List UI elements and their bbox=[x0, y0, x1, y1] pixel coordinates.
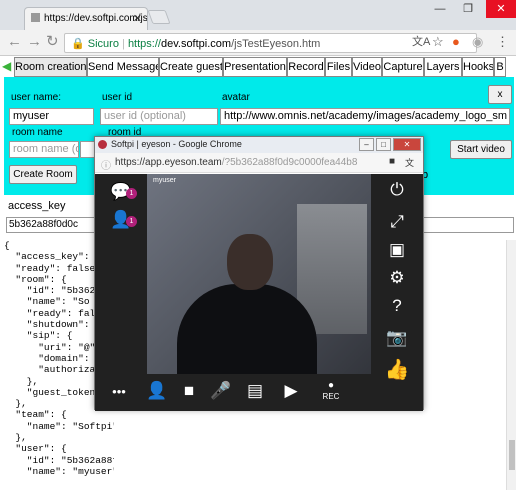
json-line: "id": "5b362a88f0d9c0000fea44b7", bbox=[26, 454, 114, 466]
json-line: "name": "myuser", bbox=[4, 465, 114, 477]
popup-translate-icon[interactable]: 文 bbox=[405, 156, 414, 169]
popup-info-icon: ⓘ bbox=[101, 161, 111, 172]
secure-label: Sicuro bbox=[87, 38, 119, 50]
fullscreen-icon[interactable]: ⤢ bbox=[383, 212, 411, 232]
extension-2-icon[interactable]: ◉ bbox=[472, 34, 483, 50]
avatar-label: avatar bbox=[222, 92, 250, 103]
menu-icon[interactable]: ⋮ bbox=[496, 34, 509, 50]
chat-badge: 1 bbox=[126, 188, 137, 199]
url-path: /jsTestEyeson.htm bbox=[231, 38, 321, 50]
audio-icon[interactable]: ▶ bbox=[277, 381, 305, 401]
access-key-input[interactable]: 5b362a88f0d0c bbox=[6, 217, 106, 233]
json-line: "user": { bbox=[4, 443, 67, 455]
popup-camera-indicator-icon[interactable]: ■ bbox=[389, 156, 395, 167]
video-participant-head bbox=[227, 234, 273, 290]
popup-minimize-button[interactable]: – bbox=[359, 138, 374, 151]
room-name-input[interactable]: room name (o bbox=[9, 141, 79, 158]
popup-title: Softpi | eyeson - Google Chrome bbox=[111, 139, 242, 149]
eyeson-bottom-controls: ••• 👤 ■ 🎤 ▤ ▶ ● REC bbox=[95, 374, 371, 411]
forward-icon[interactable]: → bbox=[27, 34, 42, 50]
add-user-icon[interactable]: 👤 bbox=[143, 381, 171, 401]
page-favicon-icon bbox=[31, 13, 40, 22]
user-id-label: user id bbox=[102, 92, 133, 103]
user-name-input[interactable]: myuser bbox=[9, 108, 94, 125]
popup-address-bar[interactable]: ⓘ https://app.eyeson.team/?5b362a88f0d9c… bbox=[95, 153, 423, 173]
url-scheme: https:// bbox=[127, 38, 161, 50]
access-key-input-tail[interactable] bbox=[420, 217, 514, 233]
tab-more[interactable]: B bbox=[494, 57, 506, 77]
close-window-button[interactable]: ✕ bbox=[486, 0, 516, 18]
eyeson-popup-window: Softpi | eyeson - Google Chrome – □ ✕ ⓘ … bbox=[94, 136, 424, 411]
video-icon[interactable]: ■ bbox=[175, 381, 203, 401]
power-icon[interactable]: ⏻ bbox=[383, 180, 411, 200]
url-host: dev.softpi.com bbox=[160, 38, 232, 50]
minimize-window-button[interactable]: — bbox=[428, 0, 452, 18]
bookmark-star-icon[interactable]: ☆ bbox=[432, 34, 444, 50]
json-line: "team": { bbox=[4, 409, 67, 421]
new-tab-button[interactable] bbox=[147, 10, 171, 24]
page-scrollbar[interactable] bbox=[506, 240, 516, 490]
scrollbar-thumb[interactable] bbox=[509, 440, 515, 470]
popup-maximize-button[interactable]: □ bbox=[376, 138, 391, 151]
screen-share-icon[interactable]: ▣ bbox=[383, 240, 411, 260]
access-key-label: access_key bbox=[8, 200, 66, 212]
eyeson-right-controls: ⏻ ⤢ ▣ ⚙ ? 📷 👍 bbox=[371, 174, 423, 411]
lock-icon: 🔒 bbox=[71, 38, 85, 50]
users-badge: 1 bbox=[126, 216, 137, 227]
tab-hooks[interactable]: Hooks bbox=[462, 57, 494, 77]
translate-icon[interactable]: 文A bbox=[412, 34, 430, 50]
create-room-button[interactable]: Create Room bbox=[9, 165, 77, 184]
back-icon[interactable]: ← bbox=[7, 34, 22, 50]
eyeson-favicon-icon bbox=[98, 140, 107, 149]
rec-label: REC bbox=[322, 392, 340, 401]
json-line: }, bbox=[4, 432, 27, 444]
tab-layers[interactable]: Layers bbox=[424, 57, 462, 77]
thumbs-up-icon[interactable]: 👍 bbox=[383, 360, 411, 380]
settings-icon[interactable]: ⚙ bbox=[383, 268, 411, 288]
arrow-left-icon: ◀ bbox=[2, 59, 12, 73]
close-tab-icon[interactable]: ✕ bbox=[133, 12, 142, 25]
popup-close-button[interactable]: ✕ bbox=[393, 138, 421, 151]
browser-toolbar: ← → ↻ 🔒 Sicuro | https://dev.softpi.com/… bbox=[0, 30, 516, 56]
popup-titlebar: Softpi | eyeson - Google Chrome – □ ✕ bbox=[95, 137, 423, 153]
more-icon[interactable]: ••• bbox=[105, 382, 133, 402]
browser-titlebar: https://dev.softpi.com/jsTe ✕ — ❐ ✕ bbox=[0, 0, 516, 30]
help-icon[interactable]: ? bbox=[383, 296, 411, 316]
popup-url-rest: /?5b362a88f0d9c0000fea44b8 bbox=[221, 157, 358, 168]
video-user-label: myuser bbox=[153, 177, 176, 184]
reload-icon[interactable]: ↻ bbox=[46, 34, 59, 50]
tab-presentation[interactable]: Presentation bbox=[223, 57, 287, 77]
tab-capture[interactable]: Capture bbox=[382, 57, 424, 77]
presentation-icon[interactable]: ▤ bbox=[241, 381, 269, 401]
tab-send-message[interactable]: Send Message bbox=[87, 57, 159, 77]
avatar-input[interactable]: http://www.omnis.net/academy/images/acad… bbox=[220, 108, 510, 125]
tab-create-guest[interactable]: Create guest bbox=[159, 57, 223, 77]
room-name-label: room name bbox=[12, 127, 63, 138]
user-id-input[interactable]: user id (optional) bbox=[100, 108, 218, 125]
start-video-button[interactable]: Start video bbox=[450, 140, 512, 159]
camera-icon[interactable]: 📷 bbox=[383, 328, 411, 348]
json-output-right bbox=[422, 240, 502, 490]
tab-record[interactable]: Record bbox=[287, 57, 325, 77]
tab-video[interactable]: Video bbox=[352, 57, 382, 77]
tab-files[interactable]: Files bbox=[325, 57, 352, 77]
maximize-window-button[interactable]: ❐ bbox=[456, 0, 480, 18]
extension-icon[interactable]: ● bbox=[452, 34, 460, 50]
user-name-label: user name: bbox=[11, 92, 62, 103]
json-line: "name": "Softpi" bbox=[4, 420, 114, 432]
microphone-icon[interactable]: 🎤 bbox=[207, 381, 235, 401]
app-tabs: ◀ Room creation Send Message Create gues… bbox=[0, 57, 506, 77]
tab-room-creation[interactable]: Room creation bbox=[14, 57, 87, 77]
popup-url-host: https://app.eyeson.team bbox=[115, 157, 222, 168]
video-participant bbox=[177, 284, 317, 374]
browser-tab[interactable]: https://dev.softpi.com/jsTe ✕ bbox=[24, 7, 148, 30]
close-panel-button[interactable]: x bbox=[488, 85, 512, 104]
